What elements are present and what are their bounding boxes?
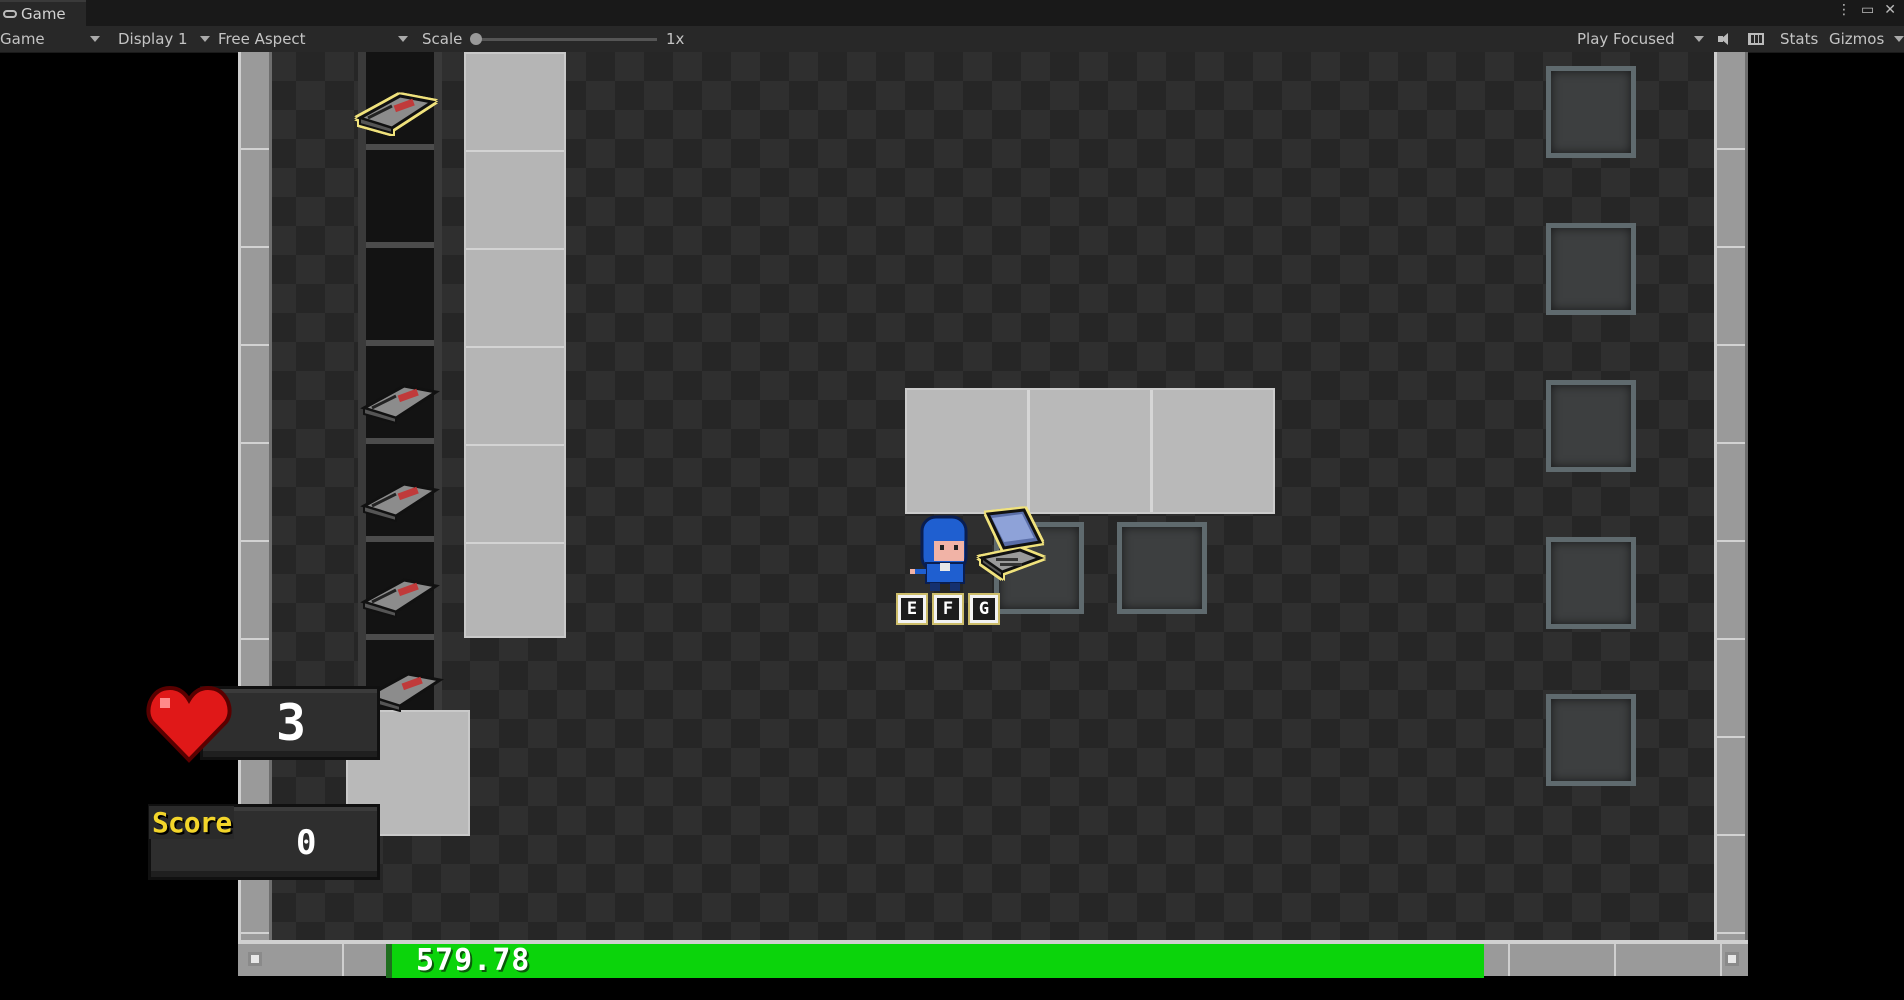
laptop-device-icon[interactable] xyxy=(974,506,1048,580)
delivery-slot[interactable] xyxy=(1546,66,1636,158)
delivery-slot[interactable] xyxy=(1546,380,1636,472)
timer-value: 579.78 xyxy=(416,943,531,978)
right-wall xyxy=(1714,52,1748,942)
delivery-slot[interactable] xyxy=(1546,694,1636,786)
key-prompts: E F G xyxy=(896,593,1000,625)
keyboard-icon xyxy=(1748,33,1764,45)
game-viewport[interactable]: E F G xyxy=(238,52,1748,976)
chevron-down-icon xyxy=(1894,36,1904,42)
stats-label: Stats xyxy=(1780,30,1819,48)
wall-bolt xyxy=(248,952,262,966)
display-label: Display 1 xyxy=(118,30,188,48)
lives-count: 3 xyxy=(276,694,307,752)
game-tab[interactable]: Game xyxy=(0,0,86,26)
game-view-toolbar: Game Display 1 Free Aspect Scale 1x Play… xyxy=(0,26,1904,53)
key-g-prompt: G xyxy=(968,593,1000,625)
stats-button[interactable]: Stats xyxy=(1780,26,1818,52)
key-f-prompt: F xyxy=(932,593,964,625)
counter-segment xyxy=(1030,390,1153,512)
view-mode-label: Game xyxy=(0,30,45,48)
view-mode-dropdown[interactable]: Game xyxy=(0,26,45,52)
console-device-icon xyxy=(360,482,440,522)
aspect-label: Free Aspect xyxy=(218,30,306,48)
heart-icon xyxy=(146,685,232,763)
close-icon[interactable]: ✕ xyxy=(1884,2,1896,18)
console-device-icon[interactable] xyxy=(356,88,436,134)
scale-slider-thumb[interactable] xyxy=(470,33,482,45)
speaker-icon xyxy=(1718,33,1732,45)
more-options-icon[interactable]: ⋮ xyxy=(1837,2,1851,18)
console-device-icon xyxy=(360,578,440,618)
scale-slider-track[interactable] xyxy=(472,38,657,41)
key-e-prompt: E xyxy=(896,593,928,625)
wall-bolt xyxy=(1725,952,1739,966)
keyboard-shortcuts-button[interactable] xyxy=(1748,26,1764,52)
chevron-down-icon xyxy=(200,36,210,42)
mute-audio-button[interactable] xyxy=(1718,26,1732,52)
chevron-down-icon xyxy=(1694,36,1704,42)
work-counter xyxy=(905,388,1275,514)
editor-tab-bar: Game ⋮ ▭ ✕ xyxy=(0,0,1904,26)
chevron-down-icon xyxy=(398,36,408,42)
aspect-dropdown[interactable]: Free Aspect xyxy=(218,26,306,52)
counter-segment xyxy=(1153,390,1273,512)
gizmos-button[interactable]: Gizmos xyxy=(1829,26,1884,52)
play-mode-dropdown[interactable]: Play Focused xyxy=(1577,26,1675,52)
delivery-slot[interactable] xyxy=(1546,537,1636,629)
scale-value: 1x xyxy=(666,30,685,48)
gizmos-label: Gizmos xyxy=(1829,30,1885,48)
scale-label: Scale xyxy=(422,30,463,48)
floor-slot[interactable] xyxy=(1117,522,1207,614)
play-mode-label: Play Focused xyxy=(1577,30,1675,48)
counter-segment xyxy=(907,390,1030,512)
delivery-slot[interactable] xyxy=(1546,223,1636,315)
score-value: 0 xyxy=(296,823,317,863)
display-dropdown[interactable]: Display 1 xyxy=(118,26,188,52)
timer-bar xyxy=(386,944,1484,978)
chevron-down-icon xyxy=(90,36,100,42)
gamepad-icon xyxy=(3,10,17,18)
stone-pillar xyxy=(464,52,566,638)
tab-menu: ⋮ ▭ ✕ xyxy=(1837,2,1896,18)
game-tab-label: Game xyxy=(21,5,66,23)
maximize-icon[interactable]: ▭ xyxy=(1861,2,1874,18)
player-character xyxy=(910,515,968,591)
score-label: Score xyxy=(149,806,235,839)
console-device-icon xyxy=(360,384,440,424)
